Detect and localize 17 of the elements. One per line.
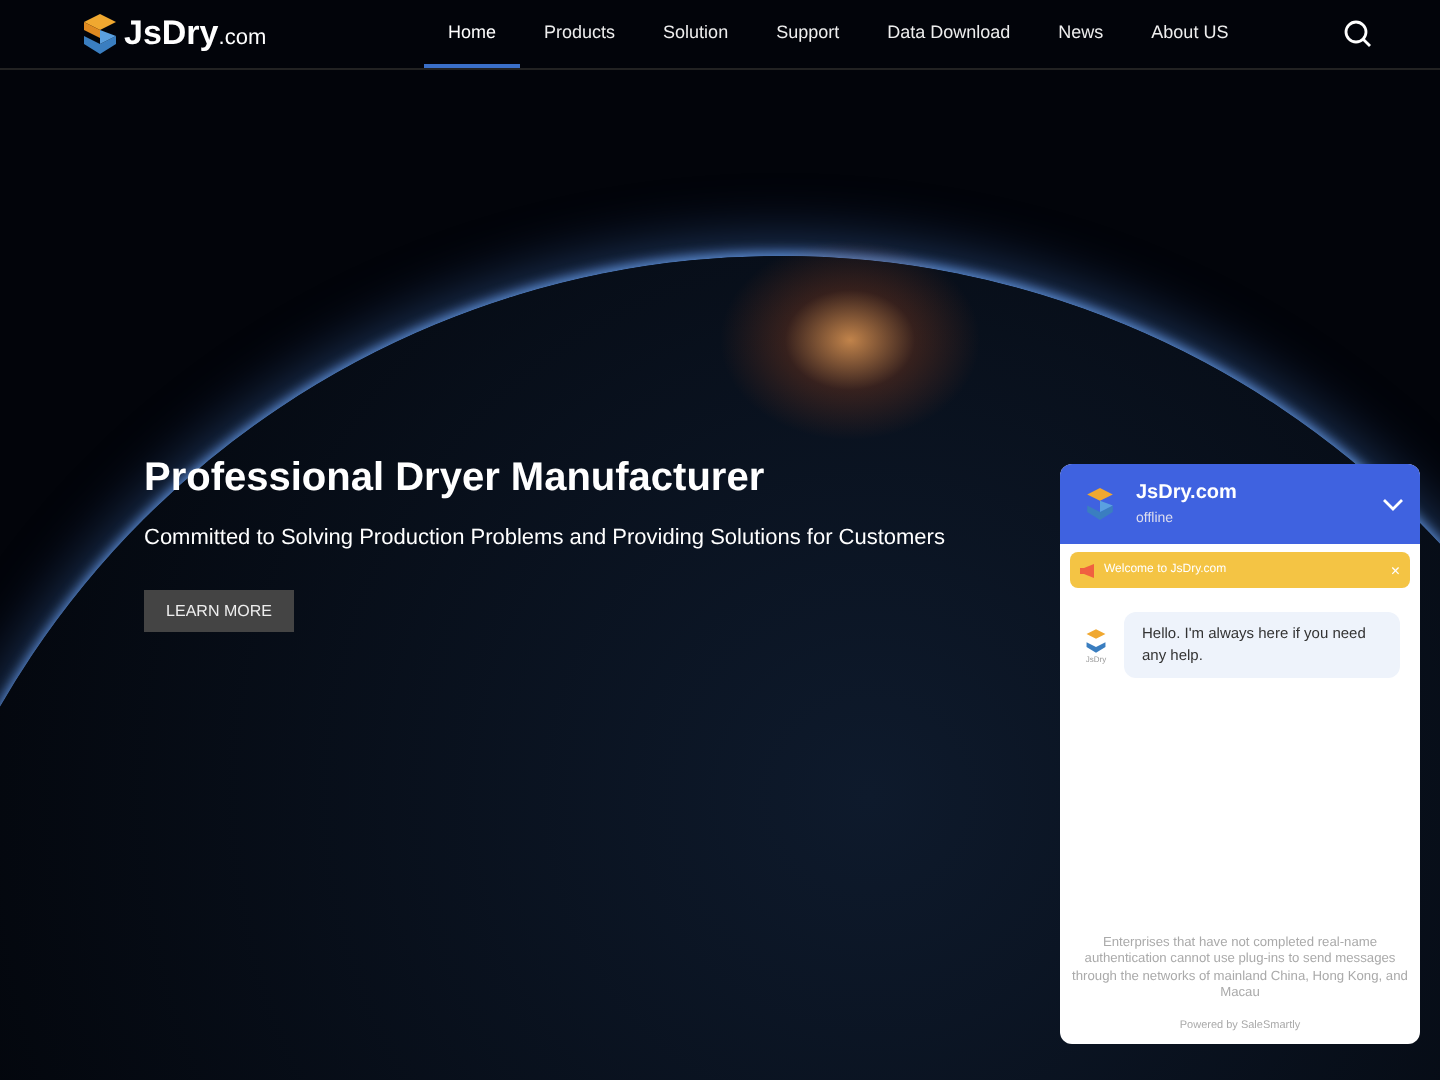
chevron-down-icon[interactable] xyxy=(1382,497,1404,511)
logo-icon xyxy=(80,12,120,56)
hero-subtitle: Committed to Solving Production Problems and Providing Solutions for Customers xyxy=(144,526,945,550)
nav-link[interactable]: About US xyxy=(1127,0,1253,68)
chat-name: JsDry.com xyxy=(1136,482,1237,504)
nav-link[interactable]: Support xyxy=(752,0,864,68)
megaphone-icon xyxy=(1080,563,1096,577)
nav-link[interactable]: Data Download xyxy=(863,0,1035,68)
search-icon[interactable] xyxy=(1343,20,1372,48)
nav-link[interactable]: Products xyxy=(520,0,640,68)
nav-link[interactable]: News xyxy=(1034,0,1128,68)
logo-text[interactable]: JsDry.com xyxy=(124,14,267,54)
logo-icon xyxy=(1084,486,1116,522)
nav-link[interactable]: Solution xyxy=(639,0,753,68)
hero-title: Professional Dryer Manufacturer xyxy=(144,456,767,502)
logo-icon xyxy=(1084,628,1108,654)
learn-more-button[interactable]: LEARN MORE xyxy=(144,590,294,632)
